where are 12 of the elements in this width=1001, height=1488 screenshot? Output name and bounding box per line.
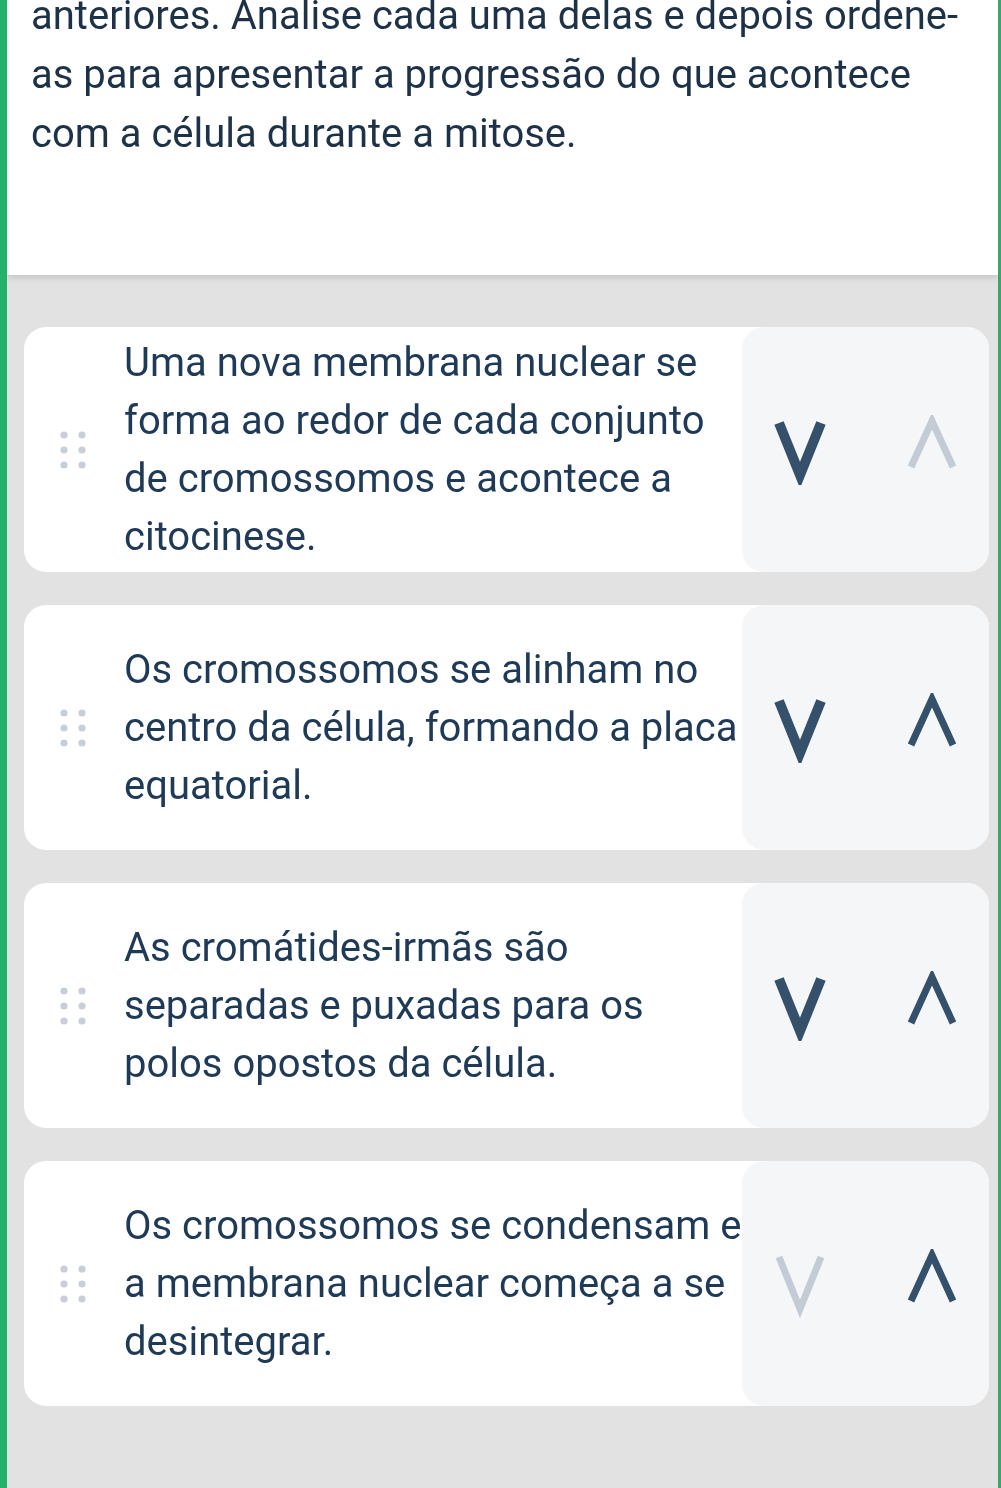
item-text: Uma nova membrana nuclear se forma ao redor de cada conjunto de cromossomos e acontece a citocinese. [124, 337, 706, 562]
drag-handle-icon[interactable] [60, 708, 86, 747]
sortable-item-card[interactable]: Os cromossomos se alinham no centro da célula, formando a placa equatorial. [24, 605, 989, 850]
sortable-item-card[interactable]: Uma nova membrana nuclear se forma ao redor de cada conjunto de cromossomos e acontece a citocinese. [24, 327, 989, 572]
item-text: Os cromossomos se alinham no centro da célula, formando a placa equatorial. [124, 644, 739, 811]
drag-handle-icon[interactable] [60, 430, 86, 469]
item-text: As cromátides-irmãs são separadas e puxadas para os polos opostos da célula. [124, 922, 645, 1089]
drag-handle-icon[interactable] [60, 986, 86, 1025]
item-text: Os cromossomos se condensam e a membrana nuclear começa a se desintegrar. [124, 1200, 742, 1367]
sortable-item-card[interactable]: Os cromossomos se condensam e a membrana nuclear começa a se desintegrar. [24, 1161, 989, 1406]
sortable-item-card[interactable]: As cromátides-irmãs são separadas e puxadas para os polos opostos da célula. [24, 883, 989, 1128]
drag-handle-icon[interactable] [60, 1264, 86, 1303]
